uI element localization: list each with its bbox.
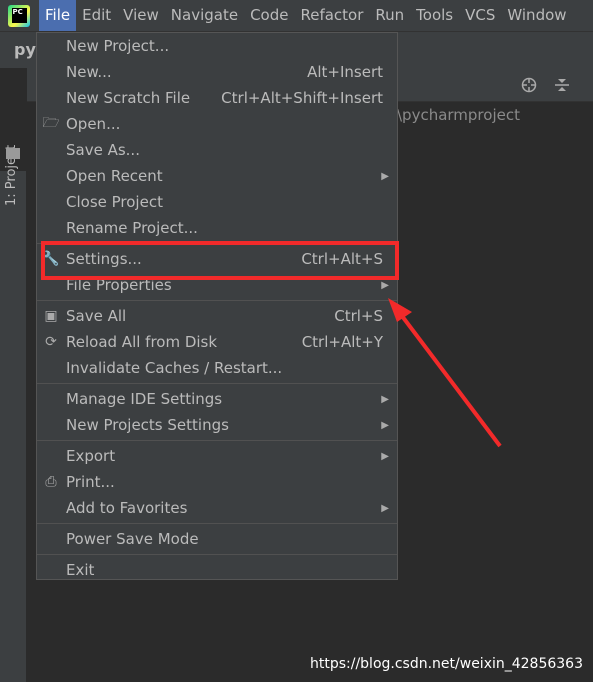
watermark: https://blog.csdn.net/weixin_42856363 xyxy=(309,656,583,672)
annotation-arrow xyxy=(388,298,502,448)
